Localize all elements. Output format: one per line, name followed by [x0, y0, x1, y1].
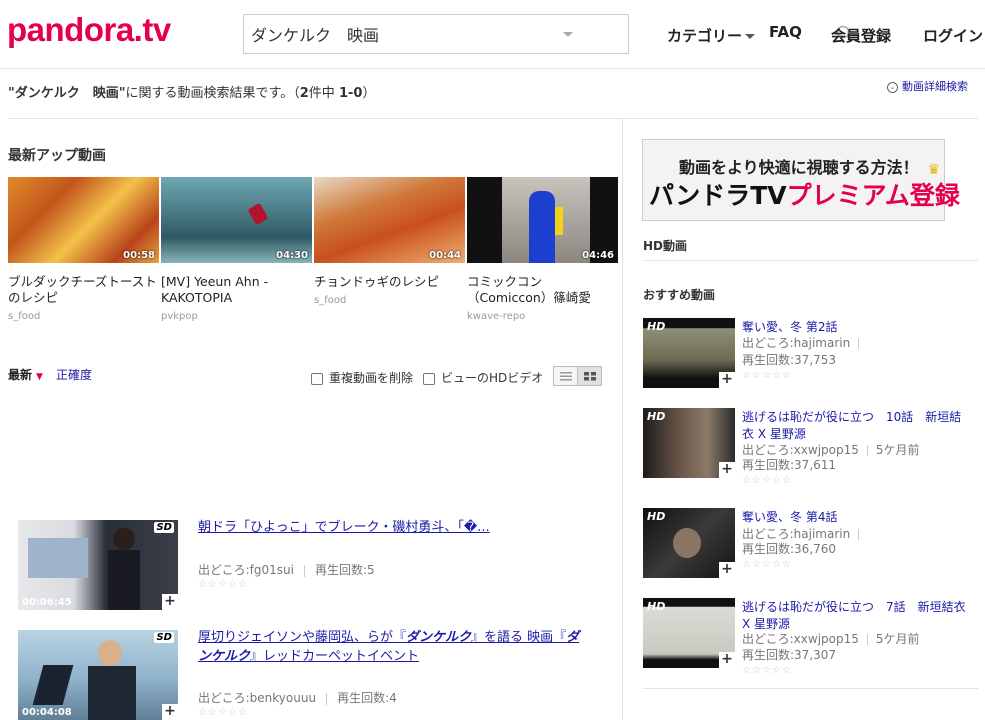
- hd-badge: HD: [647, 410, 666, 423]
- dedupe-checkbox[interactable]: [311, 372, 323, 385]
- view-mode-toggle: [553, 366, 602, 386]
- add-to-playlist-icon[interactable]: +: [162, 594, 178, 610]
- sd-badge: SD: [154, 632, 174, 643]
- add-to-playlist-icon[interactable]: +: [719, 372, 735, 388]
- video-source[interactable]: kwave-repo: [467, 311, 525, 322]
- add-to-playlist-icon[interactable]: +: [719, 462, 735, 478]
- result-title[interactable]: 厚切りジェイソンや藤岡弘、らが『ダンケルク』を語る 映画『ダ ンケルク』レッドカー…: [198, 628, 598, 666]
- video-title[interactable]: ブルダックチーズトーストのレシピ: [8, 274, 158, 306]
- recommended-thumbnail[interactable]: HD +: [643, 318, 735, 388]
- sort-accuracy[interactable]: 正確度: [56, 366, 92, 383]
- result-meta: 出どころ:benkyouuu 再生回数:4: [198, 691, 397, 705]
- nav-faq[interactable]: FAQ: [769, 23, 802, 41]
- column-divider: [622, 118, 623, 720]
- recommended-title[interactable]: 逃げるは恥だが役に立つ 7話 新垣結衣 X 星野源: [742, 599, 972, 633]
- latest-videos-heading: 最新アップ動画: [8, 148, 106, 164]
- video-thumbnail[interactable]: 04:46: [467, 177, 618, 263]
- video-thumbnail[interactable]: 00:44: [314, 177, 465, 263]
- detailed-search-link[interactable]: ⌄ 動画詳細検索: [887, 78, 968, 94]
- video-title[interactable]: [MV] Yeeun Ahn - KAKOTOPIA: [161, 274, 311, 306]
- video-thumbnail[interactable]: 00:58: [8, 177, 159, 263]
- search-input[interactable]: [244, 15, 544, 53]
- sort-caret-icon: ▼: [36, 372, 43, 382]
- hd-badge: HD: [647, 600, 666, 613]
- nav-register[interactable]: 会員登録: [831, 25, 891, 46]
- video-duration: 00:44: [429, 250, 461, 261]
- result-meta: 出どころ:fg01sui 再生回数:5: [198, 563, 375, 577]
- recommended-thumbnail[interactable]: HD +: [643, 408, 735, 478]
- recommended-plays: 再生回数:36,760: [742, 542, 837, 556]
- video-source[interactable]: pvkpop: [161, 311, 198, 322]
- rating-stars: ☆☆☆☆☆: [198, 707, 248, 718]
- add-to-playlist-icon[interactable]: +: [719, 562, 735, 578]
- recommended-plays: 再生回数:37,307: [742, 648, 837, 662]
- content-divider: [8, 118, 978, 119]
- hd-badge: HD: [647, 510, 666, 523]
- grid-view-icon[interactable]: [577, 367, 601, 385]
- search-box: [243, 14, 853, 54]
- video-duration: 00:04:08: [22, 707, 72, 718]
- chevron-down-icon: [745, 34, 756, 39]
- video-duration: 00:06:45: [22, 597, 72, 608]
- recommended-meta: 出どころ:hajimarin: [742, 335, 867, 352]
- chevron-down-icon: ⌄: [887, 81, 898, 93]
- hd-badge: HD: [647, 320, 666, 333]
- rating-stars: ☆☆☆☆☆: [742, 475, 792, 486]
- video-duration: 04:46: [582, 250, 614, 261]
- sd-badge: SD: [154, 522, 174, 533]
- nav-category[interactable]: カテゴリー: [667, 25, 756, 46]
- pandora-logo[interactable]: pandora.tv: [7, 11, 171, 49]
- result-thumbnail[interactable]: SD 00:06:45 +: [18, 520, 178, 610]
- hd-only-option[interactable]: ビューのHDビデオ: [423, 369, 543, 386]
- recommended-thumbnail[interactable]: HD +: [643, 598, 735, 668]
- premium-banner[interactable]: 動画をより快適に視聴する方法！ パンドラTVプレミアム登録 ♛: [642, 139, 960, 221]
- sort-newest[interactable]: 最新 ▼: [8, 366, 43, 383]
- rating-stars: ☆☆☆☆☆: [198, 579, 248, 590]
- video-source[interactable]: s_food: [8, 311, 40, 322]
- add-to-playlist-icon[interactable]: +: [162, 704, 178, 720]
- recommended-heading: おすすめ動画: [643, 288, 716, 302]
- sidebar-divider: [643, 688, 978, 689]
- recommended-plays: 再生回数:37,753: [742, 353, 837, 367]
- rating-stars: ☆☆☆☆☆: [742, 370, 792, 381]
- video-title[interactable]: チョンドゥギのレシピ: [314, 274, 464, 290]
- add-to-playlist-icon[interactable]: +: [719, 652, 735, 668]
- recommended-title[interactable]: 奪い愛、冬 第4話: [742, 509, 972, 526]
- video-duration: 04:30: [276, 250, 308, 261]
- crown-icon: ♛: [927, 162, 940, 178]
- result-title[interactable]: 朝ドラ「ひよっこ」でブレーク・磯村勇斗、「�...: [198, 518, 490, 537]
- video-source[interactable]: s_food: [314, 295, 346, 306]
- recommended-thumbnail[interactable]: HD +: [643, 508, 735, 578]
- video-duration: 00:58: [123, 250, 155, 261]
- video-title[interactable]: コミックコン（Comiccon）篠崎愛: [467, 274, 617, 306]
- search-result-summary: "ダンケルク 映画"に関する動画検索結果です。（2件中 1-0）: [8, 86, 376, 101]
- recommended-plays: 再生回数:37,611: [742, 458, 837, 472]
- sidebar-divider: [643, 260, 978, 261]
- rating-stars: ☆☆☆☆☆: [742, 559, 792, 570]
- nav-login[interactable]: ログイン: [923, 25, 983, 46]
- search-history-dropdown-icon[interactable]: [563, 32, 573, 37]
- rating-stars: ☆☆☆☆☆: [742, 665, 792, 676]
- dedupe-option[interactable]: 重複動画を削除: [311, 369, 413, 386]
- list-view-icon[interactable]: [554, 367, 577, 385]
- header-divider: [0, 68, 985, 69]
- recommended-meta: 出どころ:xxwjpop15 5ケ月前: [742, 632, 920, 646]
- video-thumbnail[interactable]: 04:30: [161, 177, 312, 263]
- result-thumbnail[interactable]: SD 00:04:08 +: [18, 630, 178, 720]
- recommended-title[interactable]: 逃げるは恥だが役に立つ 10話 新垣結衣 X 星野源: [742, 409, 972, 443]
- recommended-title[interactable]: 奪い愛、冬 第2話: [742, 319, 972, 336]
- hd-checkbox[interactable]: [423, 372, 435, 385]
- hd-videos-heading[interactable]: HD動画: [643, 237, 687, 254]
